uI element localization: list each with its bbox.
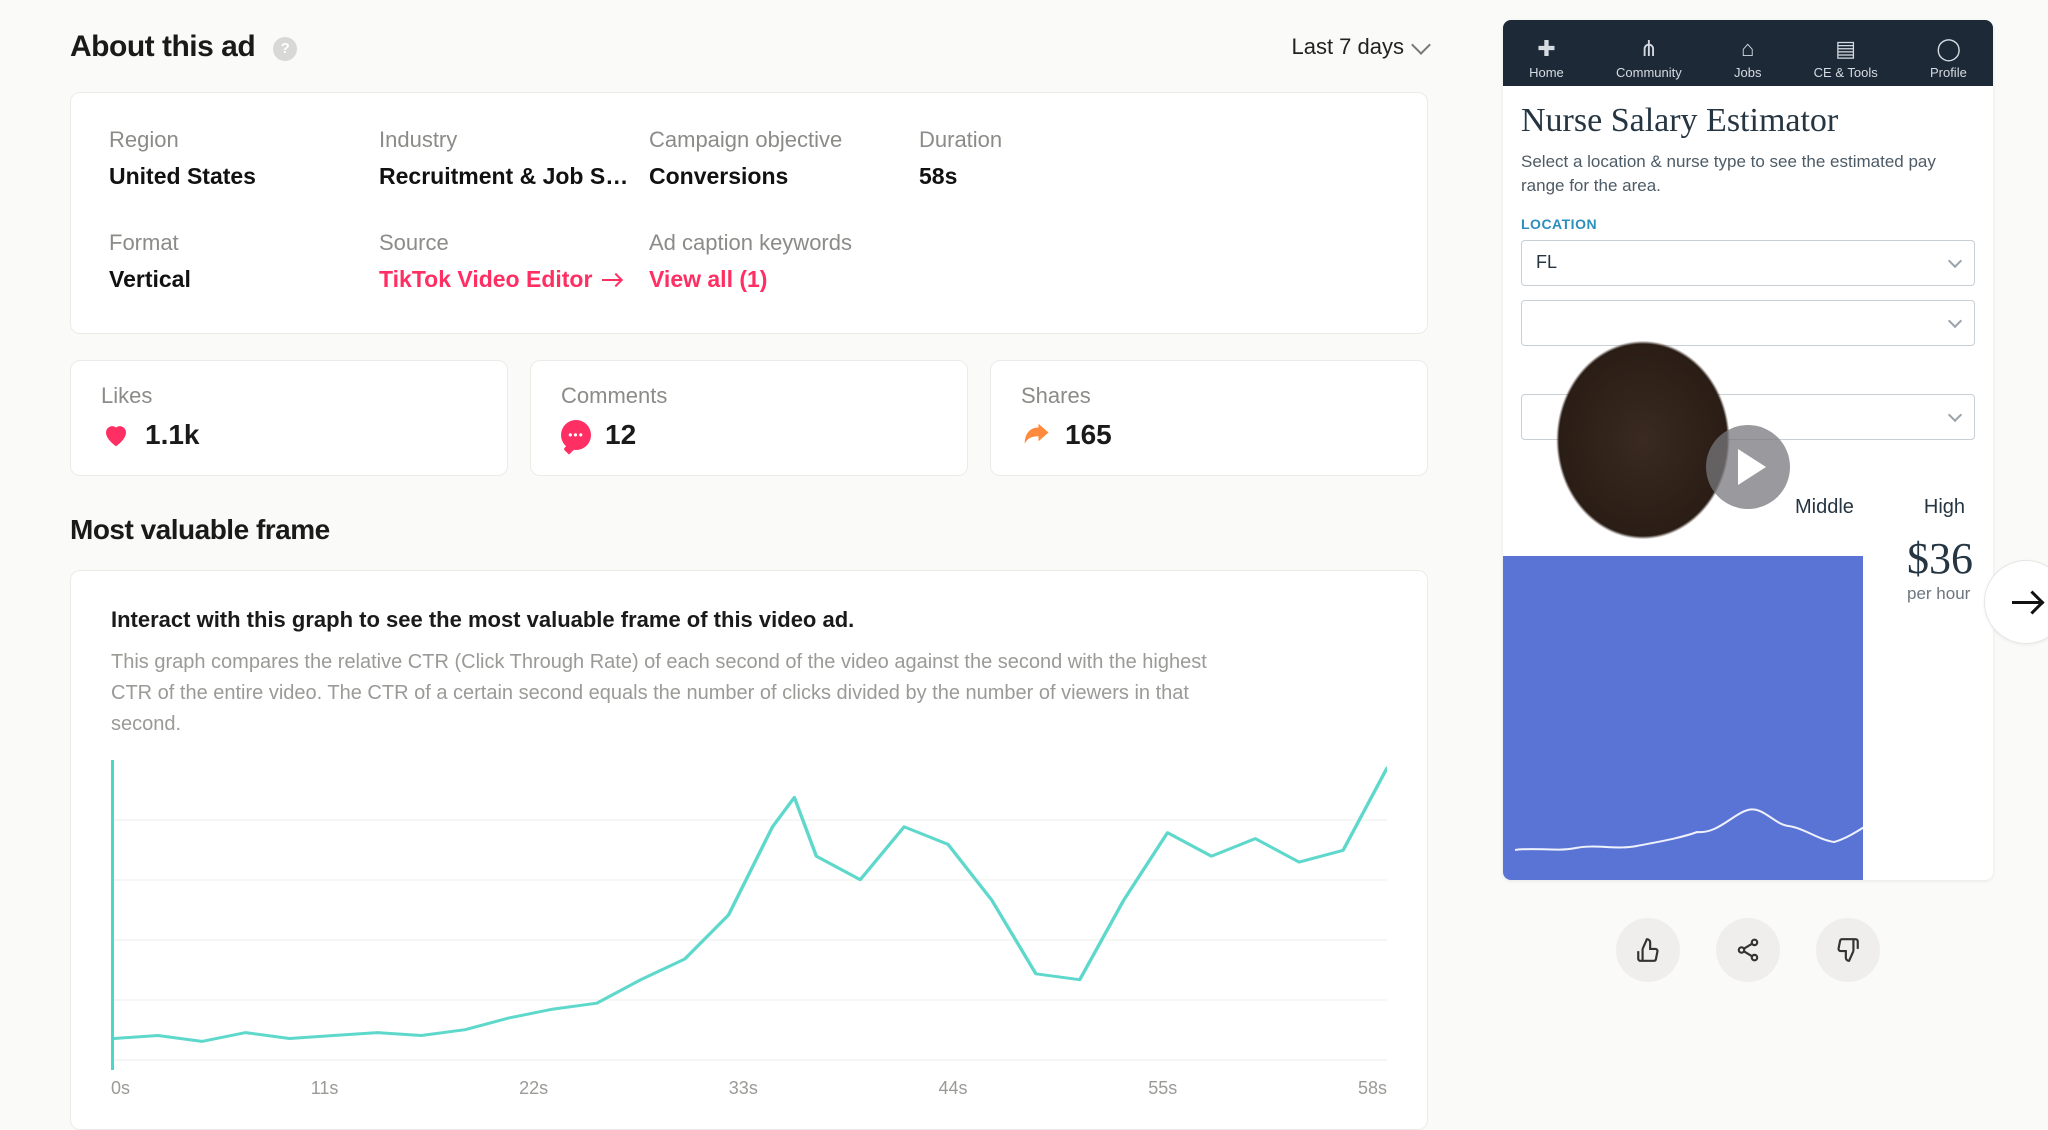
location-value: FL bbox=[1536, 252, 1557, 273]
video-title: Nurse Salary Estimator bbox=[1521, 102, 1975, 140]
tier-high: High bbox=[1924, 496, 1965, 519]
chart-tick: 0s bbox=[111, 1078, 130, 1099]
objective-value: Conversions bbox=[649, 163, 899, 190]
shares-label: Shares bbox=[1021, 383, 1397, 409]
chevron-down-icon bbox=[1948, 314, 1962, 328]
likes-label: Likes bbox=[101, 383, 477, 409]
tier-middle: Middle bbox=[1795, 496, 1854, 519]
nav-jobs[interactable]: ⌂Jobs bbox=[1734, 37, 1761, 80]
chevron-down-icon bbox=[1411, 35, 1431, 55]
chart-tick: 55s bbox=[1148, 1078, 1177, 1099]
profile-icon: ◯ bbox=[1936, 37, 1960, 61]
location-label: LOCATION bbox=[1521, 216, 1975, 232]
keywords-label: Ad caption keywords bbox=[649, 230, 919, 256]
graph-description: This graph compares the relative CTR (Cl… bbox=[111, 647, 1211, 740]
play-button[interactable] bbox=[1706, 425, 1790, 509]
share-button[interactable] bbox=[1716, 918, 1780, 982]
salary-readout: Middle High $36 per hour bbox=[1795, 496, 1973, 604]
ctr-chart[interactable] bbox=[111, 760, 1387, 1070]
duration-label: Duration bbox=[919, 127, 1389, 153]
region-value: United States bbox=[109, 163, 359, 190]
chart-x-ticks: 0s 11s 22s 33s 44s 55s 58s bbox=[111, 1078, 1387, 1099]
app-nav: ✚Home ⋔Community ⌂Jobs ▤CE & Tools ◯Prof… bbox=[1503, 20, 1993, 86]
nav-home[interactable]: ✚Home bbox=[1529, 37, 1564, 80]
chart-tick: 22s bbox=[519, 1078, 548, 1099]
shares-value: 165 bbox=[1065, 419, 1112, 451]
shares-card: Shares 165 bbox=[990, 360, 1428, 476]
comments-label: Comments bbox=[561, 383, 937, 409]
comments-card: Comments 12 bbox=[530, 360, 968, 476]
arrow-right-icon bbox=[2012, 601, 2040, 604]
nav-community[interactable]: ⋔Community bbox=[1616, 37, 1682, 80]
source-link[interactable]: TikTok Video Editor bbox=[379, 266, 620, 293]
video-preview: ✚Home ⋔Community ⌂Jobs ▤CE & Tools ◯Prof… bbox=[1503, 20, 1993, 880]
format-label: Format bbox=[109, 230, 379, 256]
chevron-down-icon bbox=[1948, 254, 1962, 268]
chart-tick: 58s bbox=[1358, 1078, 1387, 1099]
per-hour-label: per hour bbox=[1907, 584, 1973, 604]
heart-icon bbox=[101, 420, 131, 450]
industry-label: Industry bbox=[379, 127, 649, 153]
objective-label: Campaign objective bbox=[649, 127, 919, 153]
keywords-link[interactable]: View all (1) bbox=[649, 266, 767, 293]
source-label: Source bbox=[379, 230, 649, 256]
comments-value: 12 bbox=[605, 419, 636, 451]
nav-profile[interactable]: ◯Profile bbox=[1930, 37, 1967, 80]
duration-value: 58s bbox=[919, 163, 1169, 190]
graph-card: Interact with this graph to see the most… bbox=[70, 570, 1428, 1130]
comment-icon bbox=[561, 420, 591, 450]
tools-icon: ▤ bbox=[1834, 37, 1858, 61]
thumbs-up-button[interactable] bbox=[1616, 918, 1680, 982]
share-icon bbox=[1021, 420, 1051, 450]
chart-tick: 33s bbox=[729, 1078, 758, 1099]
nav-ce-tools[interactable]: ▤CE & Tools bbox=[1814, 37, 1878, 80]
location-select[interactable]: FL bbox=[1521, 240, 1975, 286]
timeline-sparkline[interactable] bbox=[1515, 784, 1981, 864]
jobs-icon: ⌂ bbox=[1736, 37, 1760, 61]
format-value: Vertical bbox=[109, 266, 359, 293]
date-range-dropdown[interactable]: Last 7 days bbox=[1291, 34, 1428, 60]
industry-value: Recruitment & Job Searc... bbox=[379, 163, 629, 190]
graph-heading: Interact with this graph to see the most… bbox=[111, 607, 1387, 633]
ad-info-card: Region United States Industry Recruitmen… bbox=[70, 92, 1428, 334]
likes-value: 1.1k bbox=[145, 419, 200, 451]
chart-tick: 11s bbox=[311, 1078, 339, 1099]
plus-icon: ✚ bbox=[1534, 37, 1558, 61]
next-ad-button[interactable] bbox=[1984, 560, 2048, 644]
chevron-down-icon bbox=[1948, 408, 1962, 422]
thumbs-down-button[interactable] bbox=[1816, 918, 1880, 982]
region-label: Region bbox=[109, 127, 379, 153]
high-salary-value: $36 bbox=[1907, 533, 1973, 584]
likes-card: Likes 1.1k bbox=[70, 360, 508, 476]
mvf-title: Most valuable frame bbox=[70, 514, 1428, 546]
video-subtitle: Select a location & nurse type to see th… bbox=[1521, 150, 1975, 198]
community-icon: ⋔ bbox=[1637, 37, 1661, 61]
help-icon[interactable]: ? bbox=[273, 37, 297, 61]
arrow-right-icon bbox=[602, 279, 620, 281]
chart-tick: 44s bbox=[939, 1078, 968, 1099]
about-title: About this ad ? bbox=[70, 30, 297, 64]
date-range-label: Last 7 days bbox=[1291, 34, 1404, 60]
